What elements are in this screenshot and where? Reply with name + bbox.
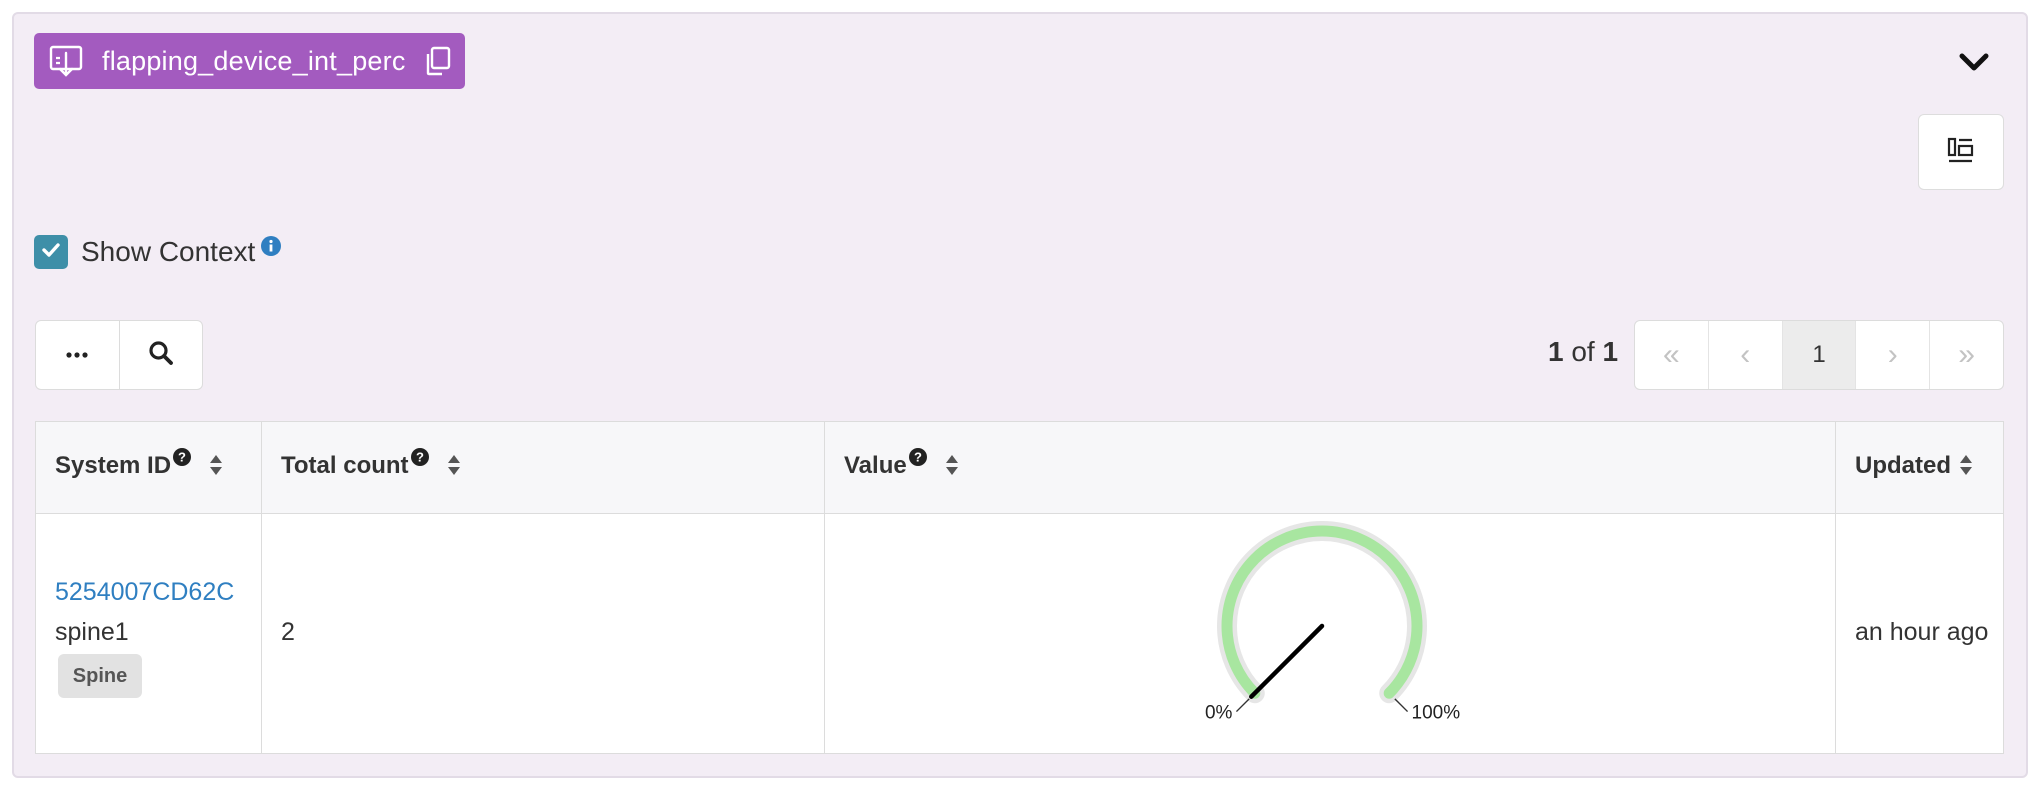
sort-icon[interactable]: [945, 454, 959, 476]
ellipsis-icon: [65, 346, 89, 364]
page-current: 1: [1548, 336, 1564, 367]
prev-page-button[interactable]: ‹: [1707, 321, 1782, 389]
layout-toggle-button[interactable]: [1918, 114, 2004, 190]
pagination: « ‹ 1 › »: [1634, 320, 2004, 390]
column-header-total-count: Total count ?: [281, 448, 461, 480]
svg-text:?: ?: [914, 450, 922, 465]
chevron-down-icon[interactable]: [1956, 44, 1992, 80]
info-icon[interactable]: [261, 236, 281, 256]
column-label: Value: [844, 452, 907, 479]
svg-text:?: ?: [416, 450, 424, 465]
table-row: 5254007CD62C spine1 Spine 2 0% 100% an h…: [36, 514, 2003, 754]
help-icon[interactable]: ?: [173, 448, 192, 466]
probe-stage-tag: flapping_device_int_perc: [34, 33, 465, 89]
column-header-value: Value ?: [844, 448, 959, 480]
show-context-label[interactable]: Show Context: [81, 234, 255, 270]
system-id-link[interactable]: 5254007CD62C: [55, 578, 234, 607]
show-context-checkbox[interactable]: [34, 235, 68, 269]
column-label: System ID: [55, 452, 172, 479]
gauge-needle: [1249, 623, 1325, 699]
table-tools: [35, 320, 203, 390]
page-1-button[interactable]: 1: [1781, 321, 1856, 389]
updated-value: an hour ago: [1855, 618, 1989, 646]
total-count-value: 2: [281, 618, 295, 646]
more-options-button[interactable]: [36, 321, 119, 389]
svg-text:?: ?: [178, 450, 186, 465]
gauge-min-tick: [1235, 698, 1250, 713]
column-label: Updated: [1855, 452, 1951, 479]
sort-icon[interactable]: [209, 454, 223, 476]
layout-icon: [1947, 136, 1975, 169]
role-badge: Spine: [58, 654, 142, 698]
column-header-updated: Updated: [1855, 452, 1973, 480]
search-icon: [148, 340, 174, 371]
last-page-button[interactable]: »: [1929, 321, 2003, 389]
gauge-min-label: 0%: [1205, 703, 1233, 724]
hostname: spine1: [55, 618, 129, 646]
first-page-button[interactable]: «: [1635, 321, 1708, 389]
table-header: System ID ? Total count ? Value ? Update…: [36, 422, 2003, 514]
help-icon[interactable]: ?: [908, 448, 927, 466]
sort-icon[interactable]: [1959, 454, 1973, 476]
gauge-max-tick: [1394, 698, 1409, 713]
search-button[interactable]: [118, 321, 203, 389]
value-gauge: 0% 100%: [1205, 521, 1461, 724]
page-count: 1 of 1: [1548, 336, 1618, 368]
check-icon: [40, 239, 62, 266]
page-of: of: [1571, 336, 1595, 367]
copy-icon[interactable]: [424, 45, 452, 77]
column-label: Total count: [281, 452, 409, 479]
sort-icon[interactable]: [447, 454, 461, 476]
probe-stage-table: System ID ? Total count ? Value ? Update…: [35, 421, 2004, 754]
probe-output-icon: [48, 43, 84, 79]
probe-stage-name: flapping_device_int_perc: [102, 45, 406, 76]
gauge-max-label: 100%: [1412, 703, 1461, 724]
page-total: 1: [1602, 336, 1619, 367]
next-page-button[interactable]: ›: [1855, 321, 1929, 389]
help-icon[interactable]: ?: [410, 448, 429, 466]
column-header-system-id: System ID ?: [55, 448, 223, 480]
gauge-arc: [1221, 525, 1423, 699]
